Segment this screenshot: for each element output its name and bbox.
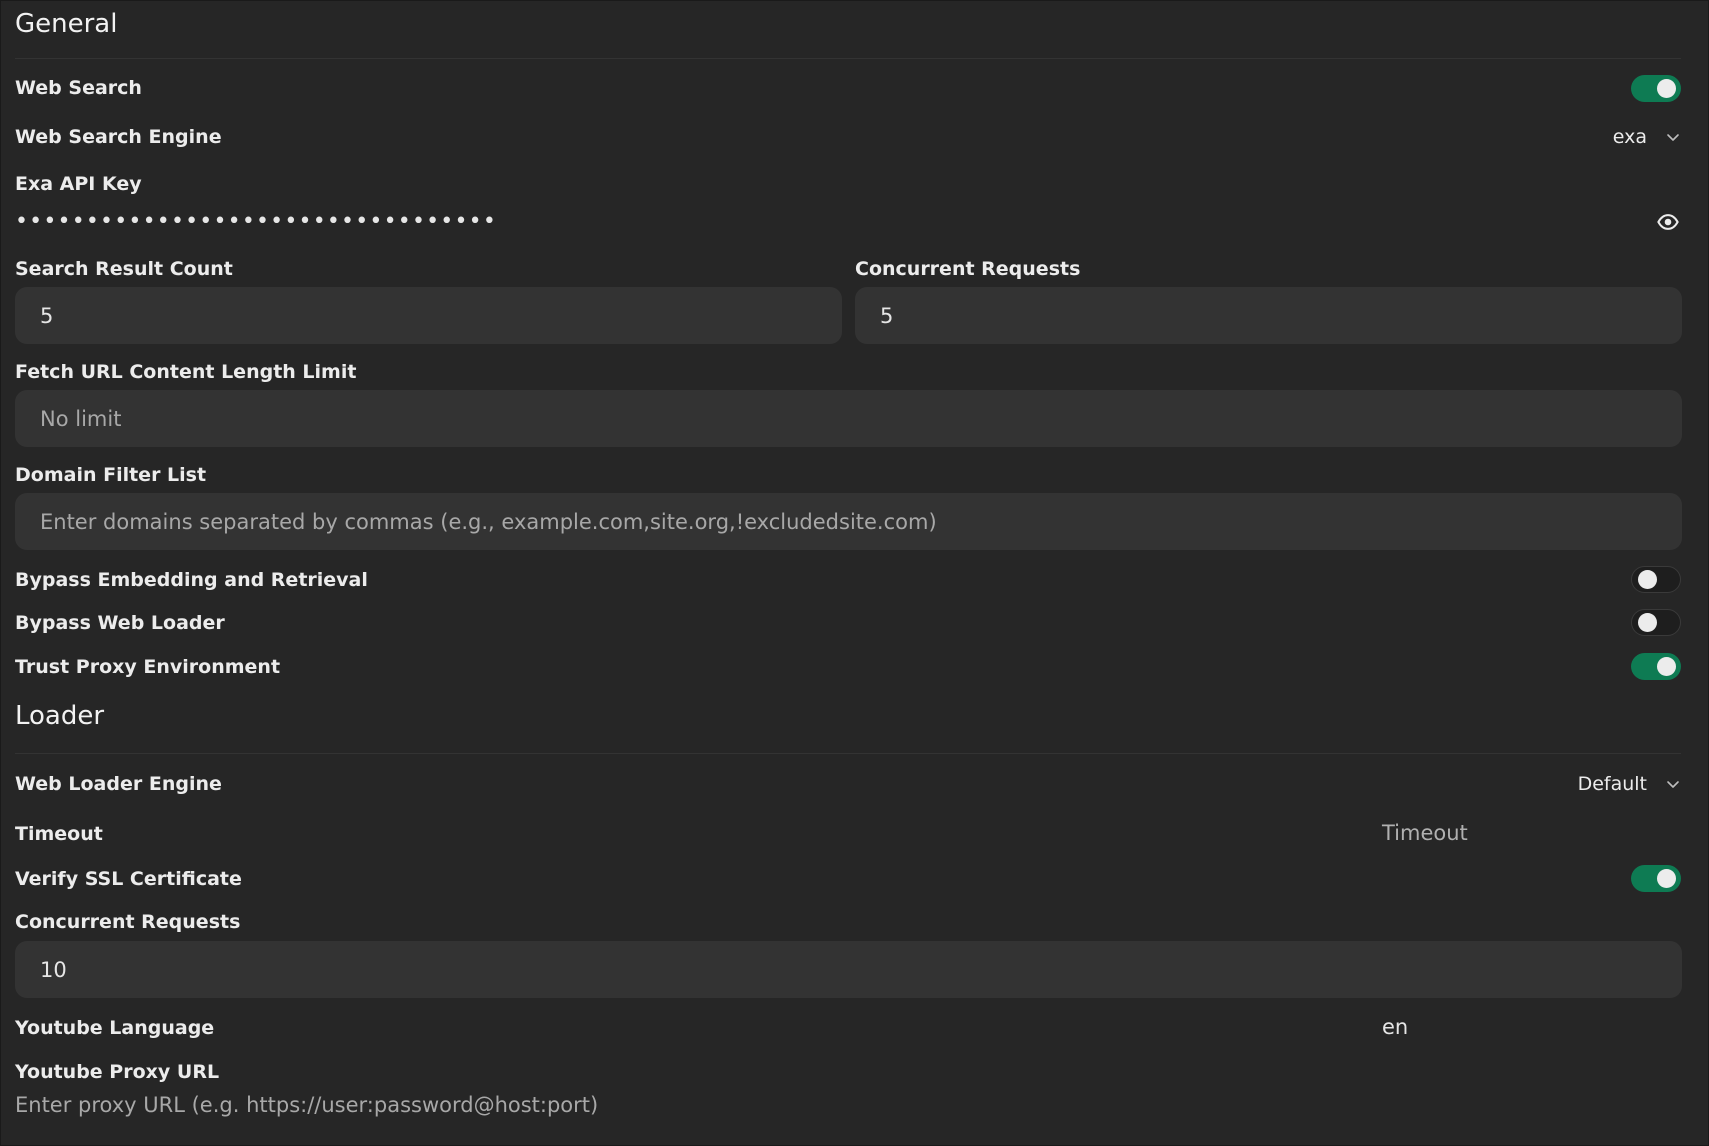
bypass-embedding-toggle[interactable]: [1631, 566, 1681, 593]
youtube-proxy-label: Youtube Proxy URL: [15, 1061, 220, 1083]
toggle-knob: [1657, 869, 1676, 888]
web-search-engine-label: Web Search Engine: [15, 126, 222, 148]
loader-concurrent-requests-input[interactable]: 10: [15, 941, 1682, 998]
bypass-web-loader-label: Bypass Web Loader: [15, 612, 225, 634]
exa-api-key-label: Exa API Key: [15, 173, 142, 195]
toggle-knob: [1657, 657, 1676, 676]
fetch-url-limit-label: Fetch URL Content Length Limit: [15, 361, 357, 383]
loader-concurrent-requests-label: Concurrent Requests: [15, 911, 241, 933]
chevron-down-icon: [1665, 776, 1681, 792]
trust-proxy-toggle[interactable]: [1631, 653, 1681, 680]
concurrent-requests-label: Concurrent Requests: [855, 258, 1081, 280]
web-loader-engine-label: Web Loader Engine: [15, 773, 222, 795]
timeout-input[interactable]: Timeout: [1382, 821, 1468, 845]
bypass-web-loader-toggle[interactable]: [1631, 609, 1681, 636]
youtube-language-label: Youtube Language: [15, 1017, 215, 1039]
web-loader-engine-value: Default: [1577, 773, 1647, 795]
web-search-engine-value: exa: [1612, 126, 1647, 148]
settings-panel: General Web Search Web Search Engine exa…: [1, 1, 1708, 1145]
toggle-knob: [1657, 79, 1676, 98]
domain-filter-input[interactable]: Enter domains separated by commas (e.g.,…: [15, 493, 1682, 550]
section-title-general: General: [15, 9, 118, 39]
search-result-count-label: Search Result Count: [15, 258, 233, 280]
chevron-down-icon: [1665, 129, 1681, 145]
concurrent-requests-input[interactable]: 5: [855, 287, 1682, 344]
fetch-url-limit-input[interactable]: No limit: [15, 390, 1682, 447]
verify-ssl-toggle[interactable]: [1631, 865, 1681, 892]
domain-filter-label: Domain Filter List: [15, 464, 207, 486]
verify-ssl-label: Verify SSL Certificate: [15, 868, 242, 890]
eye-icon[interactable]: [1657, 211, 1679, 233]
section-divider: [15, 753, 1681, 754]
web-search-toggle[interactable]: [1631, 75, 1681, 102]
section-title-loader: Loader: [15, 701, 105, 731]
youtube-proxy-input[interactable]: Enter proxy URL (e.g. https://user:passw…: [15, 1093, 598, 1117]
bypass-embedding-label: Bypass Embedding and Retrieval: [15, 569, 368, 591]
youtube-language-input[interactable]: en: [1382, 1015, 1408, 1039]
exa-api-key-input[interactable]: ••••••••••••••••••••••••••••••••••: [15, 209, 497, 234]
toggle-knob: [1638, 613, 1657, 632]
section-divider: [15, 58, 1681, 59]
trust-proxy-label: Trust Proxy Environment: [15, 656, 281, 678]
toggle-knob: [1638, 570, 1657, 589]
search-result-count-input[interactable]: 5: [15, 287, 842, 344]
timeout-label: Timeout: [15, 823, 103, 845]
web-loader-engine-select[interactable]: Default: [1578, 773, 1681, 795]
web-search-label: Web Search: [15, 77, 142, 99]
web-search-engine-select[interactable]: exa: [1613, 126, 1681, 148]
